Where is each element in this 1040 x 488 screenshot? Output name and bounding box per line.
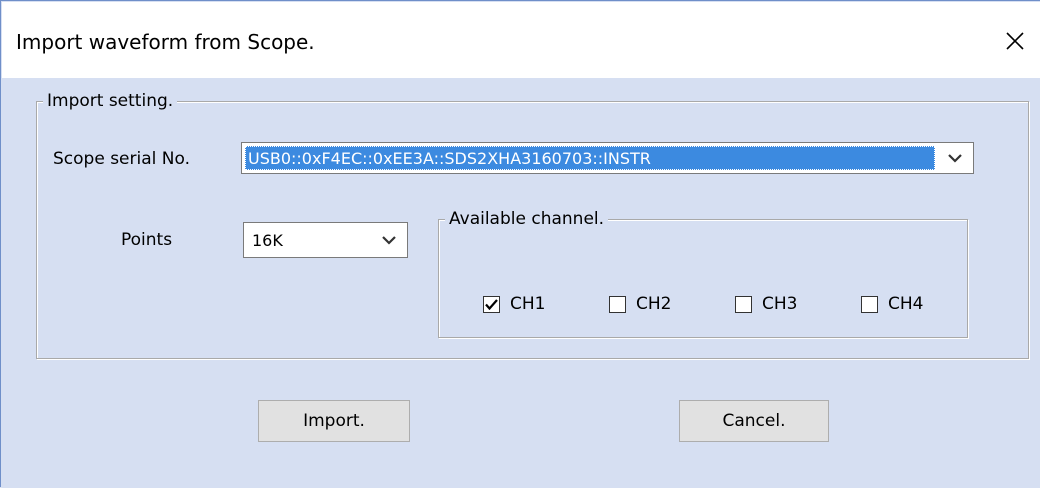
channel-checkbox-ch3[interactable]: CH3 [735,293,797,315]
points-dropdown-button[interactable] [371,223,407,257]
channel-label: CH1 [510,294,546,314]
chevron-down-icon [382,235,396,245]
checkbox-box[interactable] [609,295,626,313]
points-select[interactable]: 16K [243,222,408,258]
window-title: Import waveform from Scope. [16,30,315,54]
serial-dropdown-button[interactable] [937,143,973,173]
checkbox-box[interactable] [483,295,500,313]
close-icon [1006,32,1024,50]
import-button[interactable]: Import. [258,400,410,442]
close-button[interactable] [989,16,1040,66]
channel-label: CH2 [636,294,672,314]
scope-serial-label: Scope serial No. [53,149,190,169]
checkbox-box[interactable] [861,295,878,313]
dialog-body: Import setting. Scope serial No. USB0::0… [2,78,1040,488]
points-label: Points [121,230,173,250]
checkbox-box[interactable] [735,295,752,313]
channel-checkbox-ch1[interactable]: CH1 [483,293,545,315]
points-value: 16K [252,231,283,250]
channel-checkbox-ch4[interactable]: CH4 [861,293,923,315]
available-channel-legend: Available channel. [445,208,609,230]
channel-checkbox-ch2[interactable]: CH2 [609,293,671,315]
import-setting-legend: Import setting. [43,90,178,112]
channel-label: CH3 [762,294,798,314]
import-setting-group: Import setting. Scope serial No. USB0::0… [36,90,1029,359]
import-waveform-dialog: Import waveform from Scope. Import setti… [0,0,1040,488]
chevron-down-icon [948,153,962,163]
scope-serial-select[interactable]: USB0::0xF4EC::0xEE3A::SDS2XHA3160703::IN… [241,142,974,174]
available-channel-group: Available channel. CH1 CH2 CH3 CH4 [438,208,968,338]
scope-serial-value: USB0::0xF4EC::0xEE3A::SDS2XHA3160703::IN… [245,146,935,170]
checkmark-icon [485,298,498,310]
cancel-button[interactable]: Cancel. [679,400,829,442]
channel-label: CH4 [888,294,924,314]
title-bar[interactable]: Import waveform from Scope. [2,2,1040,78]
